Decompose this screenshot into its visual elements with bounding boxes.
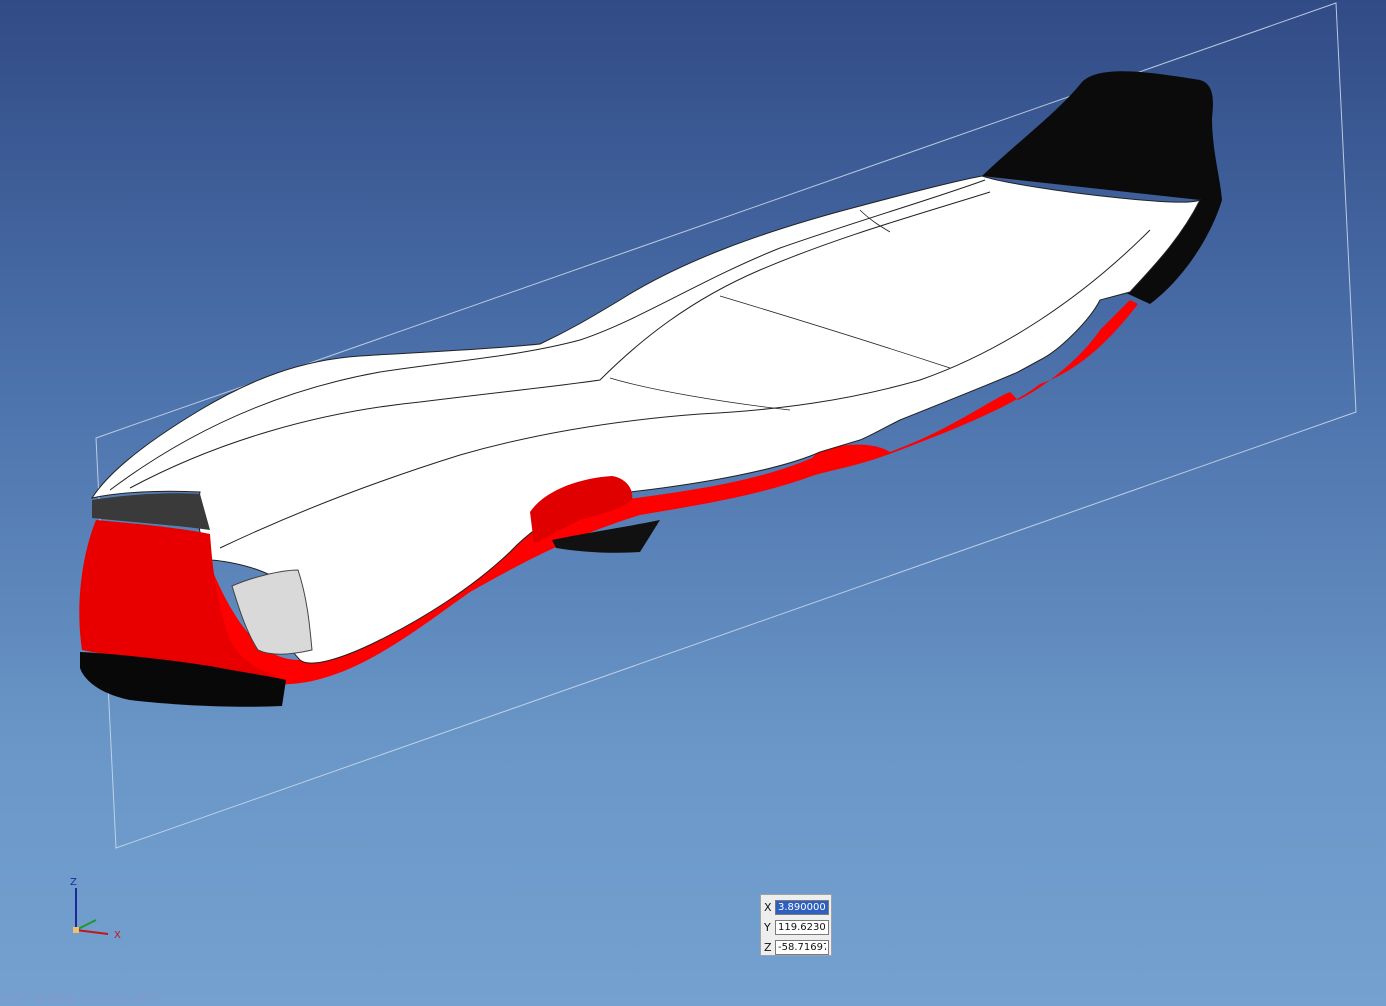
- coord-y-field[interactable]: [775, 919, 829, 935]
- coord-x-field[interactable]: [775, 899, 829, 915]
- 3d-viewport[interactable]: Z X X Y Z BOT WORK Camera BOT: [0, 0, 1386, 1006]
- coord-y-label: Y: [764, 920, 771, 934]
- coord-x-label: X: [764, 900, 772, 914]
- 3d-model-scene[interactable]: [0, 0, 1386, 1006]
- coord-row-y: Y: [764, 917, 830, 937]
- camera-status-text: BOT WORK Camera BOT: [2, 991, 164, 1005]
- coord-z-label: Z: [764, 940, 772, 954]
- coord-z-field[interactable]: [775, 939, 829, 955]
- axis-triad: Z X: [60, 874, 130, 944]
- coord-row-x: X: [764, 897, 830, 917]
- coordinate-readout-panel: X Y Z: [760, 894, 832, 956]
- x-axis-label: X: [114, 930, 121, 941]
- coord-row-z: Z: [764, 937, 830, 957]
- z-axis-label: Z: [70, 877, 77, 888]
